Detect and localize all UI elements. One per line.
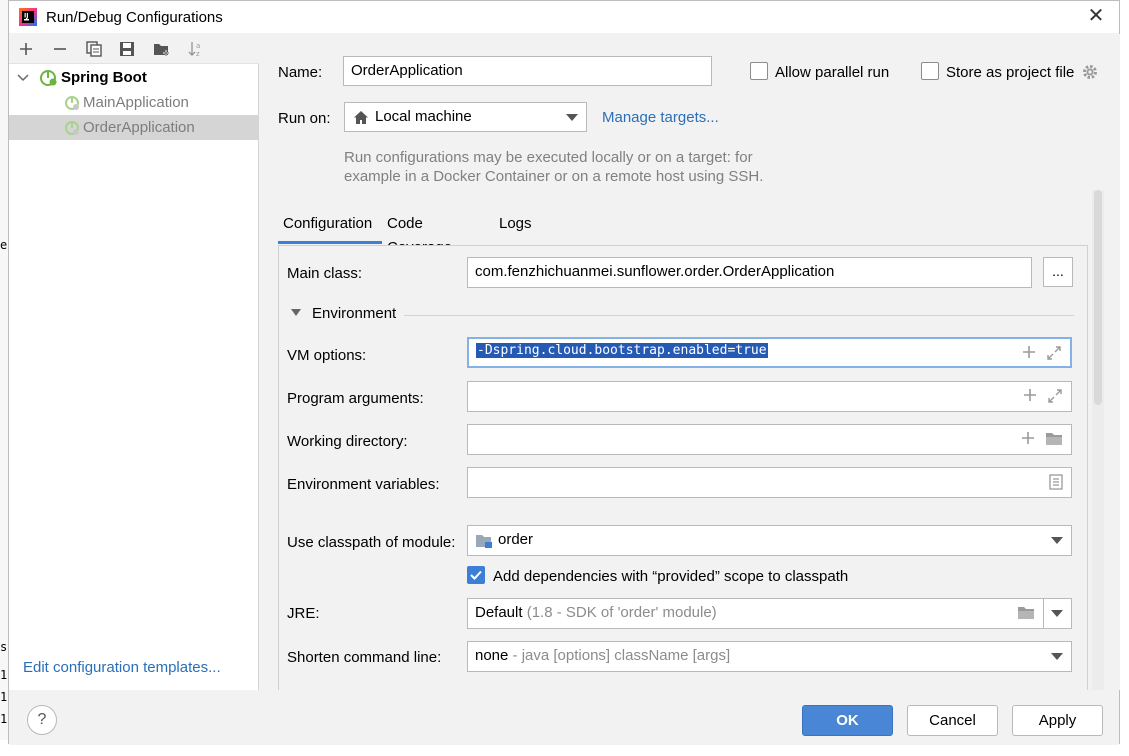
checkmark-icon bbox=[470, 570, 482, 580]
tree-group-spring-boot[interactable]: Spring Boot bbox=[9, 65, 259, 90]
configurations-tree: Spring Boot MainApplication OrderApplica… bbox=[9, 65, 259, 140]
chevron-down-icon bbox=[566, 114, 578, 121]
shorten-command-line-dropdown[interactable]: none - java [options] className [args] bbox=[467, 641, 1072, 672]
run-on-hint-line2: example in a Docker Container or on a re… bbox=[344, 168, 764, 185]
tab-code-coverage[interactable]: Code Coverage bbox=[382, 212, 457, 256]
tree-group-label: Spring Boot bbox=[61, 69, 147, 86]
background-window-left-edge: er s 1 1 1 bbox=[0, 0, 14, 756]
close-icon[interactable]: ✕ bbox=[1085, 5, 1107, 27]
save-icon[interactable] bbox=[116, 38, 138, 60]
environment-section-heading[interactable]: Environment bbox=[312, 305, 396, 322]
folder-icon[interactable] bbox=[1017, 605, 1035, 620]
edit-configuration-templates-link[interactable]: Edit configuration templates... bbox=[23, 659, 221, 676]
section-divider bbox=[404, 315, 1074, 316]
add-icon[interactable] bbox=[1021, 431, 1035, 445]
scrollbar-thumb[interactable] bbox=[1094, 190, 1102, 405]
jre-dropdown[interactable]: Default (1.8 - SDK of 'order' module) bbox=[467, 598, 1044, 629]
browse-main-class-button[interactable]: ... bbox=[1043, 257, 1073, 287]
classpath-module-dropdown[interactable]: order bbox=[467, 525, 1072, 556]
spring-boot-config-icon bbox=[65, 96, 79, 110]
main-class-label: Main class: bbox=[287, 265, 363, 282]
svg-text:a: a bbox=[196, 42, 200, 50]
folder-icon[interactable] bbox=[1045, 431, 1063, 446]
run-on-label: Run on: bbox=[278, 110, 331, 127]
intellij-logo-icon: IJ bbox=[19, 8, 37, 26]
new-folder-icon[interactable] bbox=[151, 38, 173, 60]
jre-dropdown-button[interactable] bbox=[1043, 598, 1072, 629]
sort-icon[interactable]: az bbox=[185, 38, 207, 60]
spring-boot-config-icon bbox=[65, 121, 79, 135]
add-icon[interactable] bbox=[1022, 345, 1036, 359]
program-arguments-field[interactable] bbox=[467, 381, 1072, 412]
title-bar: IJ Run/Debug Configurations ✕ bbox=[9, 1, 1119, 33]
vm-options-label: VM options: bbox=[287, 347, 367, 364]
chevron-down-icon bbox=[1051, 537, 1063, 544]
chevron-down-icon bbox=[1051, 610, 1063, 617]
svg-text:IJ: IJ bbox=[24, 13, 28, 20]
manage-targets-link[interactable]: Manage targets... bbox=[602, 109, 719, 126]
jre-label: JRE: bbox=[287, 605, 320, 622]
run-on-hint-line1: Run configurations may be executed local… bbox=[344, 149, 753, 166]
configuration-editor: Name: OrderApplication Allow parallel ru… bbox=[260, 34, 1120, 690]
apply-button[interactable]: Apply bbox=[1012, 705, 1103, 736]
vm-options-field[interactable]: -Dspring.cloud.bootstrap.enabled=true bbox=[467, 337, 1072, 368]
chevron-down-icon bbox=[1051, 653, 1063, 660]
help-button[interactable]: ? bbox=[27, 705, 57, 735]
add-provided-dependencies-checkbox[interactable] bbox=[467, 566, 485, 584]
store-as-project-file-checkbox[interactable] bbox=[921, 62, 939, 80]
tree-item-label: OrderApplication bbox=[83, 119, 195, 136]
spring-boot-icon bbox=[40, 70, 57, 86]
shorten-command-line-value: none - java [options] className [args] bbox=[475, 647, 731, 664]
home-icon bbox=[354, 111, 368, 124]
add-icon[interactable] bbox=[15, 38, 37, 60]
gear-icon[interactable] bbox=[1081, 63, 1099, 81]
expand-icon[interactable] bbox=[1047, 388, 1063, 404]
working-directory-label: Working directory: bbox=[287, 433, 408, 450]
scrollbar[interactable] bbox=[1092, 190, 1104, 690]
collapse-triangle-icon[interactable] bbox=[290, 308, 302, 318]
main-class-field[interactable]: com.fenzhichuanmei.sunflower.order.Order… bbox=[467, 257, 1032, 288]
copy-icon[interactable] bbox=[83, 38, 105, 60]
main-class-value: com.fenzhichuanmei.sunflower.order.Order… bbox=[475, 263, 835, 280]
configurations-panel: az Spring Boot MainApplication OrderAppl… bbox=[9, 34, 259, 690]
name-label: Name: bbox=[278, 64, 323, 81]
chevron-down-icon[interactable] bbox=[17, 73, 29, 83]
jre-value: Default (1.8 - SDK of 'order' module) bbox=[475, 604, 717, 621]
program-arguments-label: Program arguments: bbox=[287, 390, 424, 407]
run-on-dropdown[interactable]: Local machine bbox=[344, 102, 587, 132]
classpath-module-label: Use classpath of module: bbox=[287, 534, 456, 551]
background-window-right-edge bbox=[1120, 0, 1129, 756]
add-icon[interactable] bbox=[1023, 388, 1037, 402]
vm-options-value: -Dspring.cloud.bootstrap.enabled=true bbox=[476, 343, 768, 358]
allow-parallel-run-label: Allow parallel run bbox=[775, 64, 890, 81]
store-as-project-file-label: Store as project file bbox=[946, 64, 1075, 81]
module-folder-icon bbox=[476, 535, 492, 548]
window-title: Run/Debug Configurations bbox=[46, 9, 223, 26]
cancel-button[interactable]: Cancel bbox=[907, 705, 998, 736]
run-debug-dialog: IJ Run/Debug Configurations ✕ az Spring … bbox=[8, 0, 1120, 745]
tree-item-label: MainApplication bbox=[83, 94, 189, 111]
tab-configuration[interactable]: Configuration bbox=[278, 212, 382, 244]
tab-logs[interactable]: Logs bbox=[494, 212, 537, 244]
edit-list-icon[interactable] bbox=[1049, 474, 1063, 490]
remove-icon[interactable] bbox=[49, 38, 71, 60]
name-field[interactable]: OrderApplication bbox=[343, 56, 712, 86]
configuration-tab-content: Main class: com.fenzhichuanmei.sunflower… bbox=[278, 245, 1088, 690]
shorten-command-line-label: Shorten command line: bbox=[287, 649, 442, 666]
tree-item-main-application[interactable]: MainApplication bbox=[9, 90, 259, 115]
allow-parallel-run-checkbox[interactable] bbox=[750, 62, 768, 80]
environment-variables-field[interactable] bbox=[467, 467, 1072, 498]
configurations-toolbar: az bbox=[9, 34, 259, 64]
svg-text:z: z bbox=[196, 50, 200, 58]
add-provided-dependencies-label: Add dependencies with “provided” scope t… bbox=[493, 568, 849, 585]
expand-icon[interactable] bbox=[1046, 345, 1062, 361]
working-directory-field[interactable] bbox=[467, 424, 1072, 455]
run-on-value: Local machine bbox=[375, 108, 472, 125]
dialog-footer: ? OK Cancel Apply bbox=[9, 691, 1119, 745]
ok-button[interactable]: OK bbox=[802, 705, 893, 736]
tree-item-order-application[interactable]: OrderApplication bbox=[9, 115, 259, 140]
classpath-module-value: order bbox=[498, 531, 534, 548]
environment-variables-label: Environment variables: bbox=[287, 476, 440, 493]
